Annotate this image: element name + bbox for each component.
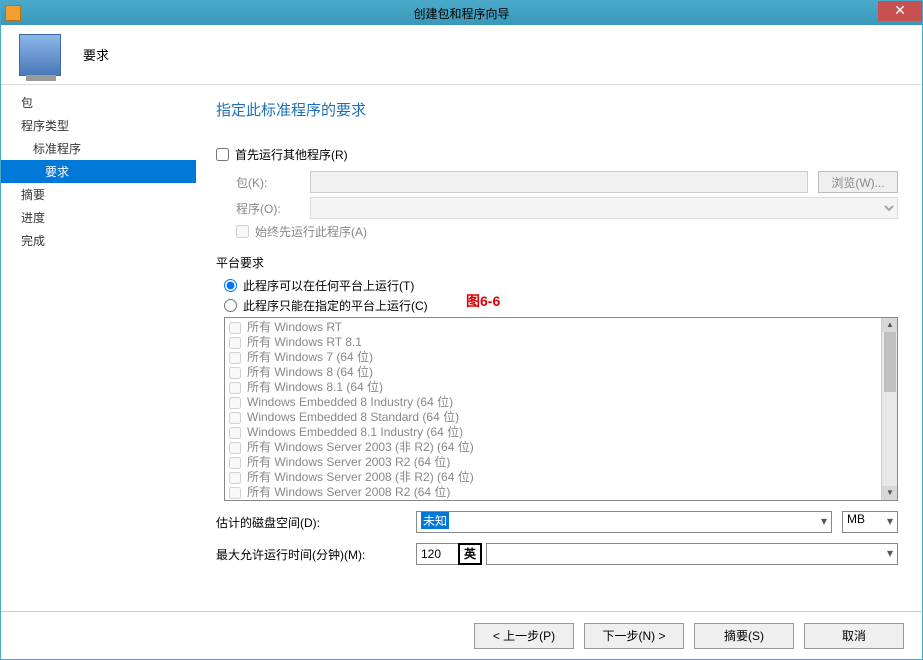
wizard-body: 包程序类型标准程序要求摘要进度完成 指定此标准程序的要求 首先运行其他程序(R)…: [1, 85, 922, 611]
runtime-row: 最大允许运行时间(分钟)(M): 英: [216, 543, 898, 565]
run-first-section: 首先运行其他程序(R) 包(K): 浏览(W)... 程序(O): 始终先运行此…: [216, 146, 898, 240]
platform-item-label: 所有 Windows Server 2003 R2 (64 位): [247, 455, 450, 470]
platform-item: 所有 Windows 8.1 (64 位): [229, 380, 893, 395]
main-panel: 指定此标准程序的要求 首先运行其他程序(R) 包(K): 浏览(W)... 程序…: [196, 85, 922, 611]
platform-item-label: 所有 Windows Server 2008 R2 (64 位): [247, 485, 450, 500]
package-input: [310, 171, 808, 193]
platform-item: 所有 Windows Server 2003 R2 (64 位): [229, 455, 893, 470]
platform-any-row[interactable]: 此程序可以在任何平台上运行(T): [224, 277, 898, 294]
platform-item-checkbox: [229, 442, 241, 454]
program-label: 程序(O):: [236, 200, 310, 217]
platform-item: 所有 Windows 8 (64 位): [229, 365, 893, 380]
package-label: 包(K):: [236, 174, 310, 191]
platform-item-checkbox: [229, 352, 241, 364]
platform-item-checkbox: [229, 337, 241, 349]
disk-space-row: 估计的磁盘空间(D): 未知 MB: [216, 511, 898, 533]
platform-specific-row[interactable]: 此程序只能在指定的平台上运行(C): [224, 297, 898, 314]
nav-item[interactable]: 标准程序: [1, 137, 196, 160]
summary-button[interactable]: 摘要(S): [694, 623, 794, 649]
runtime-label: 最大允许运行时间(分钟)(M):: [216, 546, 416, 563]
platform-item-checkbox: [229, 412, 241, 424]
platform-item-label: Windows Embedded 8.1 Industry (64 位): [247, 425, 463, 440]
platform-item-checkbox: [229, 367, 241, 379]
platform-item-label: 所有 Windows Server 2012 R2 (64 位): [247, 500, 450, 501]
disk-unit-combo[interactable]: MB: [842, 511, 898, 533]
ime-badge: 英: [458, 543, 482, 565]
platform-item-checkbox: [229, 472, 241, 484]
platform-item: 所有 Windows Server 2012 R2 (64 位): [229, 500, 893, 501]
wizard-footer: < 上一步(P) 下一步(N) > 摘要(S) 取消: [1, 611, 922, 659]
always-first-label: 始终先运行此程序(A): [255, 223, 367, 240]
nav-item[interactable]: 进度: [1, 206, 196, 229]
always-first-checkbox: [236, 225, 249, 238]
nav-sidebar: 包程序类型标准程序要求摘要进度完成: [1, 85, 196, 611]
wizard-window: 创建包和程序向导 ✕ 要求 包程序类型标准程序要求摘要进度完成 指定此标准程序的…: [0, 0, 923, 660]
disk-space-label: 估计的磁盘空间(D):: [216, 514, 416, 531]
scroll-down-icon[interactable]: ▼: [882, 486, 898, 500]
runtime-input[interactable]: [416, 543, 458, 565]
platform-specific-radio[interactable]: [224, 299, 237, 312]
platform-item-checkbox: [229, 382, 241, 394]
platform-item: 所有 Windows 7 (64 位): [229, 350, 893, 365]
nav-item[interactable]: 包: [1, 91, 196, 114]
next-button[interactable]: 下一步(N) >: [584, 623, 684, 649]
nav-item[interactable]: 要求: [1, 160, 196, 183]
browse-button: 浏览(W)...: [818, 171, 898, 193]
platform-any-label: 此程序可以在任何平台上运行(T): [243, 277, 414, 294]
platform-item-label: Windows Embedded 8 Standard (64 位): [247, 410, 459, 425]
always-first-row: 始终先运行此程序(A): [236, 223, 898, 240]
nav-item[interactable]: 完成: [1, 229, 196, 252]
platform-item-checkbox: [229, 427, 241, 439]
platform-item-label: 所有 Windows Server 2003 (非 R2) (64 位): [247, 440, 474, 455]
platform-list: 所有 Windows RT所有 Windows RT 8.1所有 Windows…: [224, 317, 898, 501]
page-title: 指定此标准程序的要求: [216, 99, 898, 120]
platform-item: 所有 Windows RT 8.1: [229, 335, 893, 350]
platform-any-radio[interactable]: [224, 279, 237, 292]
runtime-combo[interactable]: [486, 543, 898, 565]
run-first-label: 首先运行其他程序(R): [235, 146, 348, 163]
scroll-up-icon[interactable]: ▲: [882, 318, 898, 332]
platform-item-label: 所有 Windows 7 (64 位): [247, 350, 373, 365]
cancel-button[interactable]: 取消: [804, 623, 904, 649]
platform-item-label: 所有 Windows Server 2008 (非 R2) (64 位): [247, 470, 474, 485]
platform-item: 所有 Windows Server 2008 R2 (64 位): [229, 485, 893, 500]
nav-item[interactable]: 程序类型: [1, 114, 196, 137]
platform-specific-label: 此程序只能在指定的平台上运行(C): [243, 297, 428, 314]
scroll-thumb[interactable]: [884, 332, 896, 392]
platform-group-label: 平台要求: [216, 254, 898, 271]
wizard-header: 要求: [1, 25, 922, 85]
platform-item: Windows Embedded 8 Industry (64 位): [229, 395, 893, 410]
titlebar: 创建包和程序向导 ✕: [1, 1, 922, 25]
platform-item-checkbox: [229, 457, 241, 469]
platform-item: Windows Embedded 8.1 Industry (64 位): [229, 425, 893, 440]
platform-item-label: 所有 Windows RT 8.1: [247, 335, 362, 350]
platform-item: 所有 Windows Server 2008 (非 R2) (64 位): [229, 470, 893, 485]
nav-item[interactable]: 摘要: [1, 183, 196, 206]
disk-unit-value: MB: [847, 512, 865, 526]
computer-icon: [19, 34, 61, 76]
run-first-checkbox[interactable]: [216, 148, 229, 161]
disk-space-value: 未知: [421, 512, 449, 529]
platform-item-checkbox: [229, 487, 241, 499]
platform-item-label: 所有 Windows 8 (64 位): [247, 365, 373, 380]
platform-item-label: Windows Embedded 8 Industry (64 位): [247, 395, 453, 410]
figure-annotation: 图6-6: [466, 291, 500, 311]
platform-item-checkbox: [229, 397, 241, 409]
run-first-checkbox-row[interactable]: 首先运行其他程序(R): [216, 146, 898, 163]
platform-item-label: 所有 Windows RT: [247, 320, 342, 335]
prev-button[interactable]: < 上一步(P): [474, 623, 574, 649]
header-title: 要求: [83, 45, 109, 64]
platform-item: 所有 Windows Server 2003 (非 R2) (64 位): [229, 440, 893, 455]
scrollbar[interactable]: ▲ ▼: [881, 318, 897, 500]
close-button[interactable]: ✕: [878, 1, 922, 21]
platform-item: 所有 Windows RT: [229, 320, 893, 335]
platform-item: Windows Embedded 8 Standard (64 位): [229, 410, 893, 425]
window-title: 创建包和程序向导: [413, 5, 509, 22]
disk-space-combo[interactable]: 未知: [416, 511, 832, 533]
platform-item-label: 所有 Windows 8.1 (64 位): [247, 380, 383, 395]
app-icon: [5, 5, 21, 21]
platform-item-checkbox: [229, 322, 241, 334]
program-combo: [310, 197, 898, 219]
